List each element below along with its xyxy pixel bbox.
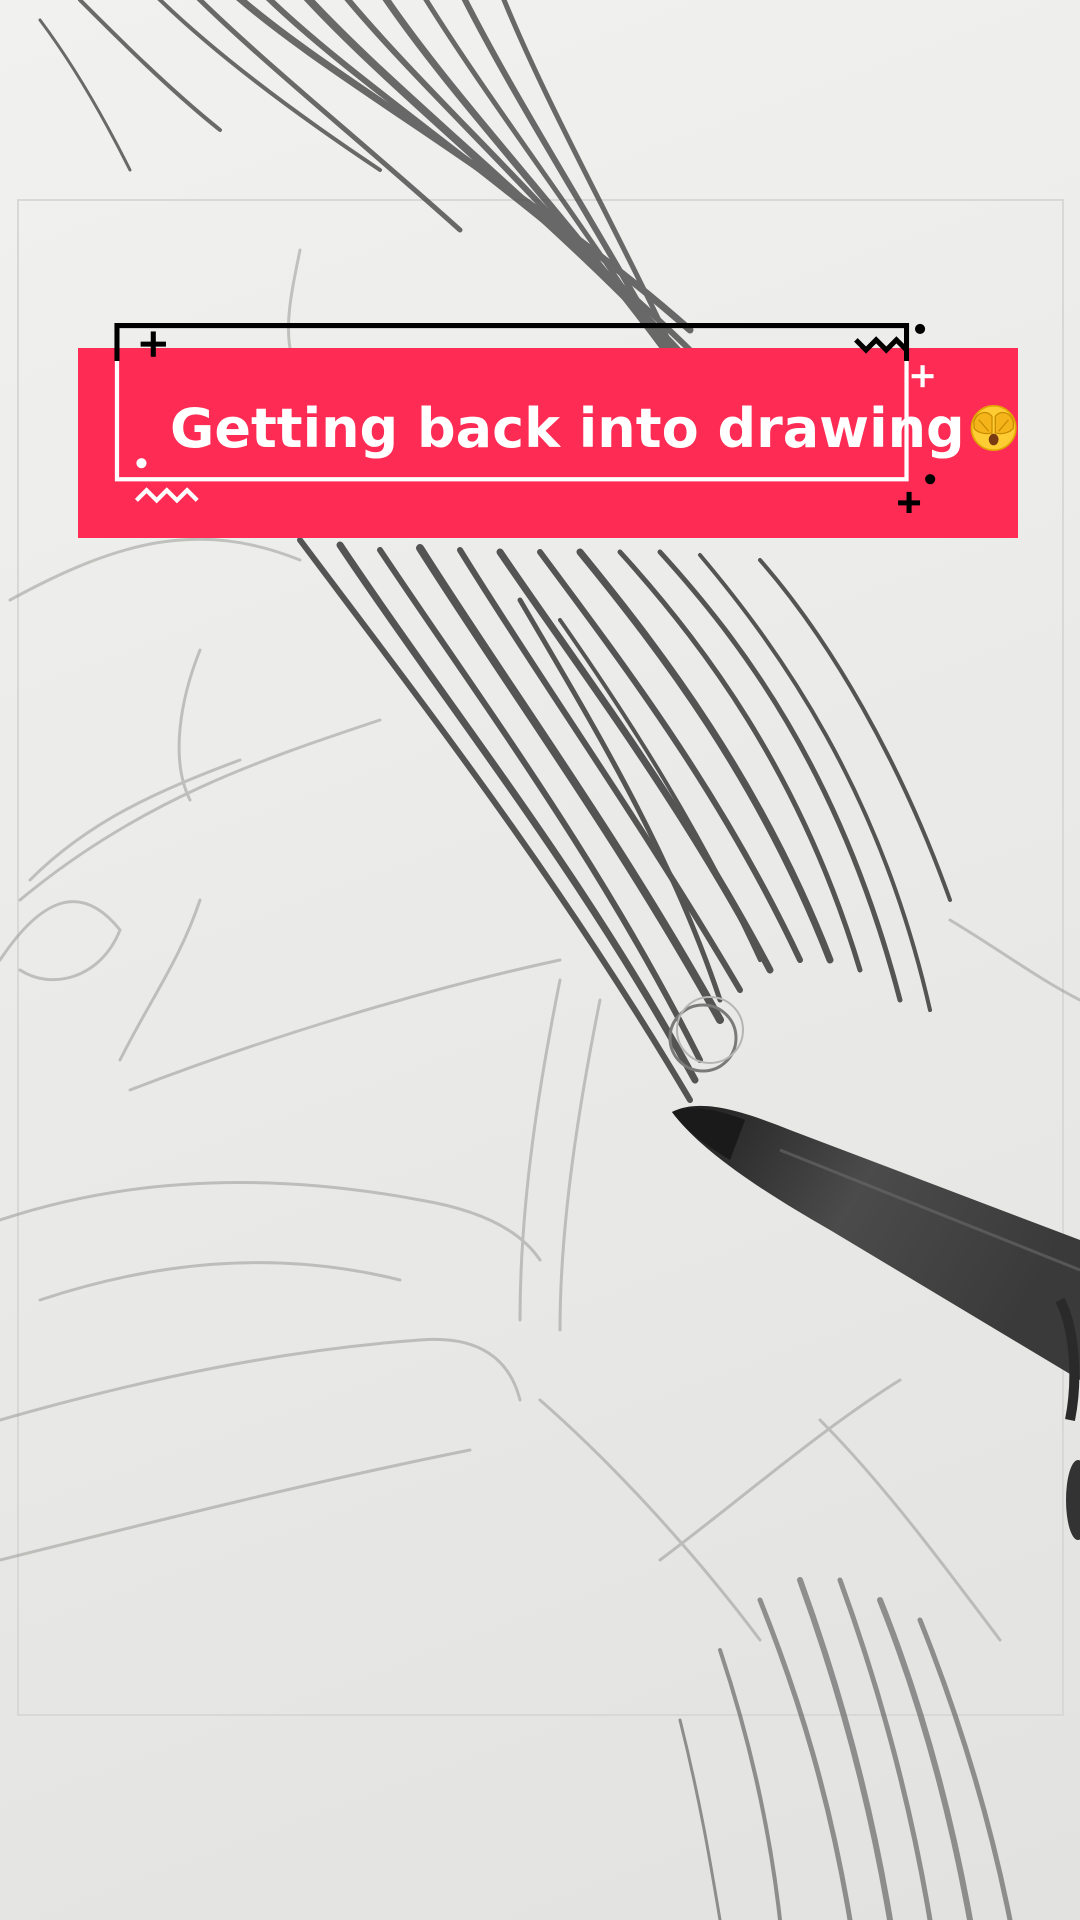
face-with-hands-over-eyes-icon bbox=[970, 404, 1017, 452]
caption-text: Getting back into drawing bbox=[78, 348, 1018, 508]
stylus-pen bbox=[672, 1105, 1080, 1540]
caption-label: Getting back into drawing bbox=[170, 396, 965, 460]
pencil-sketch-drawing bbox=[0, 0, 1080, 1920]
video-frame: Getting back into drawing bbox=[0, 0, 1080, 1920]
caption-banner: Getting back into drawing bbox=[54, 323, 1024, 548]
